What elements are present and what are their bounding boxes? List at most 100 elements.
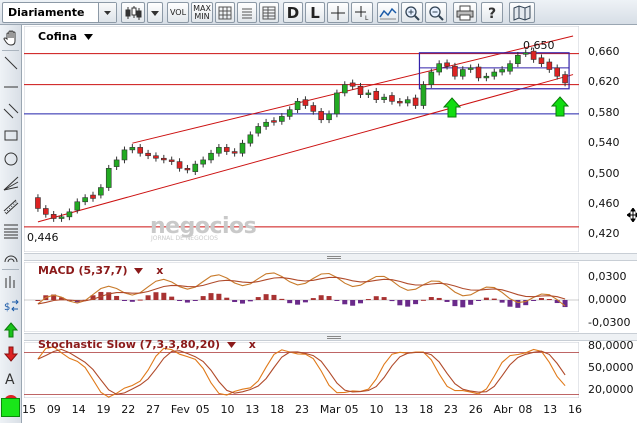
candle-body [349, 82, 356, 87]
macd-histogram-bar [271, 294, 277, 300]
x-axis-tick: 13 [394, 403, 409, 416]
stoch-ytick: 50,0000 [588, 361, 634, 374]
stochastic-title[interactable]: Stochastic Slow (7,3,3,80,20) x [38, 338, 256, 351]
x-axis-tick: 15 [22, 403, 36, 416]
grid-icon [218, 6, 232, 19]
x-axis-tick: 13 [245, 403, 260, 416]
candle-body [168, 159, 175, 162]
table-button[interactable] [259, 2, 279, 23]
swap-icon: $ [4, 299, 19, 313]
print-button[interactable] [453, 2, 477, 23]
macd-title[interactable]: MACD (5,37,7) x [38, 264, 163, 277]
candle-body [286, 109, 293, 117]
macd-histogram-bar [436, 297, 442, 300]
swap-tool-button[interactable]: $ [1, 295, 21, 317]
candlestick-type-button[interactable] [121, 2, 145, 23]
chart-type-dropdown[interactable] [147, 2, 163, 23]
x-axis-tick: 26 [468, 403, 483, 416]
horizontal-line-tool-button[interactable] [1, 76, 21, 98]
help-button[interactable]: ? [481, 2, 503, 23]
x-axis-tick: Mar [319, 403, 341, 416]
arcs-icon [4, 255, 18, 263]
candle-body [184, 167, 191, 171]
rectangle-tool-button[interactable] [1, 124, 21, 146]
instrument-title[interactable]: Cofina [38, 30, 94, 43]
crosshair-legend-button[interactable]: L [351, 2, 373, 23]
buy-arrow-tool-button[interactable] [1, 319, 21, 341]
candle-body [530, 50, 537, 60]
trend-button[interactable] [377, 2, 399, 23]
map-button[interactable] [509, 2, 535, 23]
macd-histogram-bar [137, 299, 143, 301]
macd-histogram-bar [444, 300, 450, 302]
sell-arrow-tool-button[interactable] [1, 343, 21, 365]
line-l-button[interactable]: L [305, 2, 325, 23]
price-ytick: 0,420 [588, 227, 620, 240]
top-toolbar: Diariamente VOL MAX MIN D L L ? [0, 0, 637, 25]
text-tool-button[interactable]: A [1, 367, 21, 389]
candle-body [546, 61, 553, 70]
parallel-line-tool-button[interactable] [1, 100, 21, 122]
macd-histogram-bar [326, 296, 332, 300]
price-ytick: 0,500 [588, 167, 620, 180]
indicator-tool-button[interactable] [1, 271, 21, 293]
indicators-button[interactable] [237, 2, 257, 23]
macd-histogram-bar [287, 300, 293, 304]
macd-histogram-bar [169, 296, 175, 300]
bars-icon [5, 276, 15, 288]
crosshair-button[interactable] [327, 2, 349, 23]
volume-button[interactable]: VOL [167, 2, 189, 23]
macd-histogram-bar [153, 292, 159, 300]
macd-histogram-bar [295, 300, 301, 305]
macd-histogram-bar [310, 298, 316, 300]
grid-button[interactable] [215, 2, 235, 23]
price-panel [23, 25, 580, 253]
period-value: Diariamente [8, 6, 85, 19]
macd-histogram-bar [302, 300, 308, 303]
candle-body [389, 95, 395, 102]
line-tool-button[interactable] [1, 52, 21, 74]
fan-tool-button[interactable] [1, 172, 21, 194]
panel-resize-handle[interactable] [24, 253, 637, 261]
map-icon [513, 4, 531, 21]
hand-icon [3, 30, 16, 46]
macd-histogram-bar [350, 300, 356, 306]
macd-histogram-bar [177, 300, 183, 301]
circle-icon [4, 152, 18, 166]
candle-body [279, 116, 285, 122]
fibonacci-tool-button[interactable] [1, 220, 21, 242]
macd-histogram-bar [216, 293, 222, 300]
chevron-down-icon [98, 3, 116, 22]
macd-close-button[interactable]: x [156, 264, 163, 277]
macd-histogram-bar [200, 296, 206, 300]
price-ytick: 0,660 [588, 45, 620, 58]
candle-body [397, 101, 403, 104]
stochastic-close-button[interactable]: x [249, 338, 256, 351]
candle-body [310, 105, 317, 112]
macd-ytick: -0,0300 [588, 316, 631, 329]
pan-tool-button[interactable] [1, 27, 21, 49]
watermark-subtitle: JORNAL DE NEGOCIOS [151, 235, 218, 242]
candle-body [35, 197, 41, 209]
x-axis-tick: 08 [518, 403, 533, 416]
macd-histogram-bar [420, 299, 426, 301]
svg-text:A: A [5, 372, 15, 386]
macd-histogram-bar [184, 300, 190, 303]
arrow-up-green-icon [3, 322, 19, 338]
color-picker-swatch[interactable] [1, 398, 20, 417]
candle-body [538, 57, 545, 64]
price-ytick: 0,540 [588, 136, 620, 149]
maxmin-button[interactable]: MAX MIN [191, 2, 213, 23]
zoom-out-button[interactable] [425, 2, 447, 23]
macd-histogram-bar [381, 297, 387, 300]
zoom-in-button[interactable] [401, 2, 423, 23]
arc-tool-button[interactable] [1, 244, 21, 266]
period-select[interactable]: Diariamente [2, 2, 117, 23]
channel-tool-button[interactable] [1, 196, 21, 218]
daily-d-button[interactable]: D [283, 2, 303, 23]
x-axis-tick: 22 [121, 403, 136, 416]
candle-body [515, 54, 521, 64]
candle-body [90, 194, 96, 199]
volume-label: VOL [169, 7, 187, 17]
ellipse-tool-button[interactable] [1, 148, 21, 170]
